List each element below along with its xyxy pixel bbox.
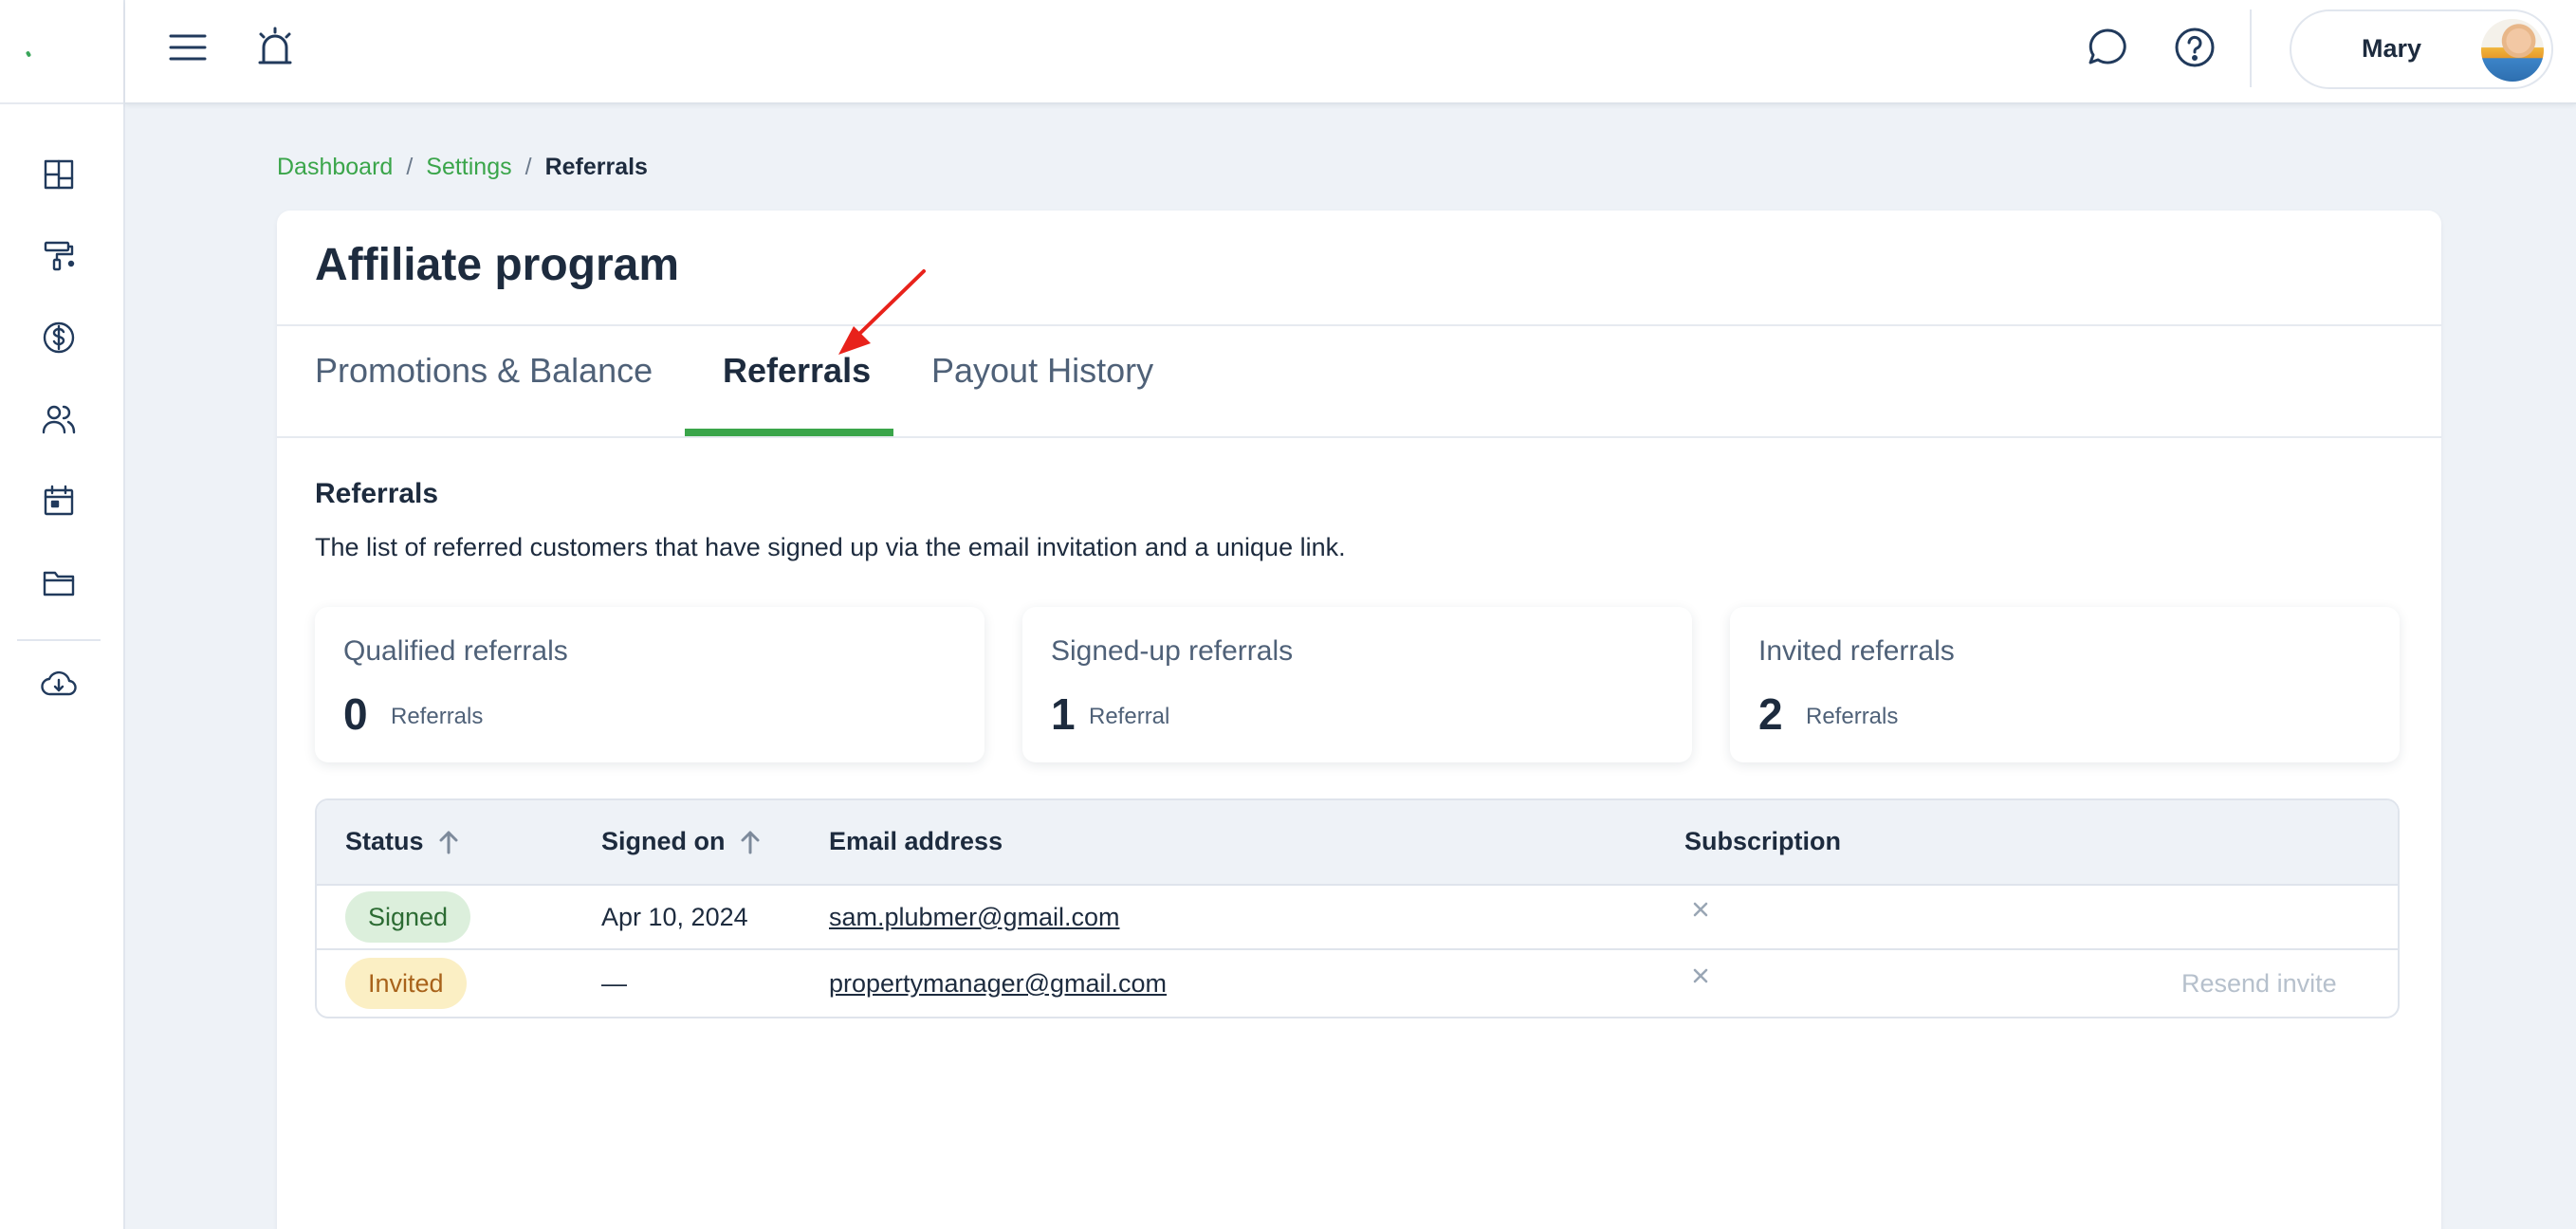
no-subscription-icon (1686, 962, 1715, 990)
calendar-icon (44, 485, 74, 516)
tab-payout-history[interactable]: Payout History (931, 351, 1153, 391)
breadcrumb-current: Referrals (544, 154, 648, 180)
column-header-label: Subscription (1684, 827, 1842, 855)
chat-button[interactable] (2081, 21, 2134, 74)
section-description: The list of referred customers that have… (315, 533, 1346, 561)
signed-on-cell: Apr 10, 2024 (601, 903, 748, 931)
menu-icon (169, 34, 207, 61)
paint-roller-icon (44, 241, 75, 271)
stat-card-signed-up: Signed-up referrals 1 Referral (1022, 607, 1692, 762)
column-header-label: Status (345, 827, 424, 855)
menu-button[interactable] (161, 21, 214, 74)
stat-label: Invited referrals (1758, 635, 1955, 667)
avatar (2481, 19, 2544, 82)
sort-signed-on-button[interactable] (739, 829, 762, 855)
email-link[interactable]: propertymanager@gmail.com (829, 969, 1167, 999)
breadcrumb-settings[interactable]: Settings (426, 154, 511, 181)
signed-on-cell: — (601, 969, 627, 998)
sidebar-item-billing[interactable] (36, 315, 82, 360)
section-title: Referrals (315, 478, 439, 509)
breadcrumb-separator: / (406, 154, 414, 180)
table-row: Signed Apr 10, 2024 sam.plubmer@gmail.co… (317, 886, 2398, 950)
stat-card-qualified: Qualified referrals 0 Referrals (315, 607, 984, 762)
topbar-divider (2250, 9, 2252, 87)
title-divider (277, 324, 2441, 326)
column-signed-on: Signed on (601, 827, 762, 856)
users-icon (42, 405, 76, 434)
status-badge: Signed (345, 891, 471, 943)
resend-invite-button[interactable]: Resend invite (2181, 969, 2337, 999)
column-header-label: Email address (829, 827, 1003, 855)
email-link[interactable]: sam.plubmer@gmail.com (829, 903, 1120, 932)
stat-value: 2 (1758, 689, 1783, 739)
stat-value: 0 (343, 689, 368, 739)
sidebar-item-downloads[interactable] (36, 662, 82, 707)
status-badge: Invited (345, 958, 467, 1009)
sidebar-item-files[interactable] (36, 559, 82, 605)
sidebar-item-dashboard[interactable] (36, 152, 82, 197)
column-subscription: Subscription (1684, 827, 1841, 856)
help-button[interactable] (2168, 21, 2221, 74)
tabs-divider (277, 436, 2441, 438)
alarm-button[interactable] (248, 21, 302, 74)
stat-label: Qualified referrals (343, 635, 568, 667)
user-menu[interactable]: Mary (2290, 9, 2553, 89)
sidebar-divider (17, 639, 101, 641)
sidebar-item-schedule[interactable] (36, 478, 82, 523)
help-icon (2175, 28, 2215, 67)
sort-status-button[interactable] (437, 829, 460, 855)
column-email: Email address (829, 827, 1003, 856)
topbar: Mary (125, 0, 2576, 104)
dollar-icon (43, 321, 75, 354)
stat-label: Signed-up referrals (1051, 635, 1294, 667)
referrals-table: Status Signed on Email address Subscript… (315, 798, 2400, 1018)
logo[interactable] (25, 50, 32, 58)
dashboard-icon (44, 159, 74, 190)
stat-unit: Referrals (1806, 704, 1899, 729)
annotation-arrow-icon (838, 269, 926, 355)
affiliate-card: Affiliate program Promotions & Balance R… (277, 211, 2441, 1229)
user-name: Mary (2362, 34, 2422, 63)
no-subscription-icon (1686, 895, 1715, 924)
folder-icon (43, 571, 75, 596)
breadcrumb-separator: / (524, 154, 532, 180)
alarm-icon (258, 27, 292, 64)
logo-area (0, 0, 123, 104)
breadcrumb: Dashboard / Settings / Referrals (277, 154, 648, 181)
table-row: Invited — propertymanager@gmail.com Rese… (317, 952, 2398, 1017)
stat-value: 1 (1051, 689, 1076, 739)
sidebar-item-services[interactable] (36, 233, 82, 279)
stat-card-invited: Invited referrals 2 Referrals (1730, 607, 2400, 762)
cloud-download-icon (41, 670, 77, 696)
tab-promotions-balance[interactable]: Promotions & Balance (315, 351, 653, 391)
column-header-label: Signed on (601, 827, 726, 855)
sidebar-item-customers[interactable] (36, 396, 82, 442)
stat-unit: Referral (1089, 704, 1170, 729)
sort-up-icon (439, 831, 458, 853)
breadcrumb-dashboard[interactable]: Dashboard (277, 154, 393, 181)
column-status: Status (345, 827, 460, 856)
page-title: Affiliate program (315, 240, 680, 290)
table-header: Status Signed on Email address Subscript… (317, 800, 2398, 886)
stat-unit: Referrals (391, 704, 484, 729)
chat-icon (2088, 28, 2126, 64)
sidebar (0, 0, 125, 1229)
sort-up-icon (741, 831, 759, 853)
